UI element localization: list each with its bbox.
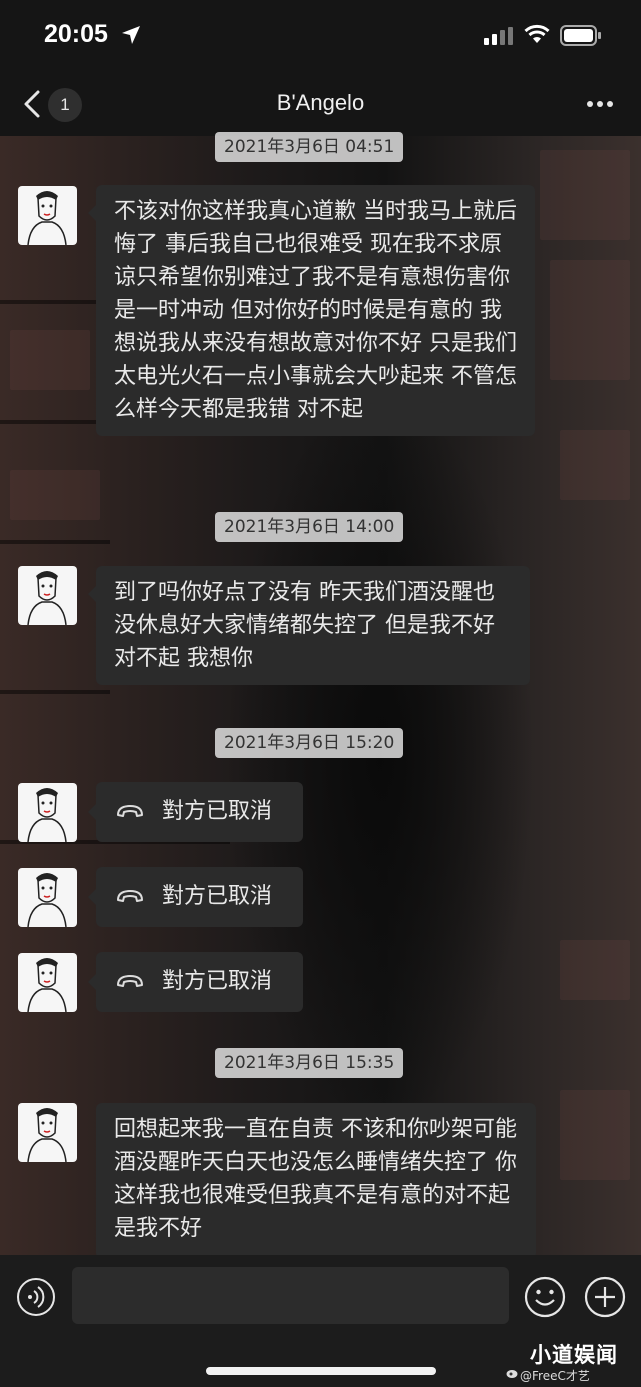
message-timestamp: 2021年3月6日 14:00: [215, 512, 404, 542]
sketch-portrait-avatar-icon: [27, 958, 67, 1012]
cancelled-call-bubble[interactable]: 對方已取消: [88, 952, 303, 1012]
contact-avatar[interactable]: [18, 868, 77, 927]
cancelled-call-bubble[interactable]: 對方已取消: [88, 867, 303, 927]
message-bubble[interactable]: 不该对你这样我真心道歉 当时我马上就后悔了 事后我自己也很难受 现在我不求原谅只…: [88, 185, 535, 436]
sketch-portrait-avatar-icon: [27, 191, 67, 245]
contact-avatar[interactable]: [18, 566, 77, 625]
call-status-text: 對方已取消: [162, 969, 273, 994]
chat-title: B'Angelo: [276, 90, 365, 115]
emoji-icon[interactable]: [524, 1276, 566, 1318]
sketch-portrait-avatar-icon: [27, 1108, 67, 1162]
phone-hangup-icon: [117, 975, 143, 987]
contact-avatar[interactable]: [18, 783, 77, 842]
message-bubble[interactable]: 回想起来我一直在自责 不该和你吵架可能酒没醒昨天白天也没怎么睡情绪失控了 你这样…: [96, 1103, 536, 1259]
message-timestamp: 2021年3月6日 15:35: [215, 1048, 404, 1078]
wifi-icon: [524, 24, 550, 43]
sketch-portrait-avatar-icon: [27, 873, 67, 927]
location-arrow-icon: [122, 26, 140, 44]
message-input[interactable]: [72, 1267, 509, 1324]
phone-hangup-icon: [117, 805, 143, 817]
call-status-text: 對方已取消: [162, 799, 273, 824]
chat-input-bar: 小道娱闻 @FreeC才艺: [0, 1255, 641, 1387]
status-bar: 20:05: [0, 0, 641, 72]
chat-header: 1 B'Angelo: [0, 72, 641, 136]
status-time: 20:05: [44, 20, 108, 48]
contact-avatar[interactable]: [18, 1103, 77, 1162]
plus-icon[interactable]: [584, 1276, 626, 1318]
sketch-portrait-avatar-icon: [27, 788, 67, 842]
watermark-text: 小道娱闻: [530, 1343, 618, 1367]
contact-avatar[interactable]: [18, 953, 77, 1012]
phone-hangup-icon: [117, 890, 143, 902]
weibo-logo-icon: [506, 1370, 518, 1378]
call-status-text: 對方已取消: [162, 884, 273, 909]
more-options-icon[interactable]: [586, 100, 614, 108]
cellular-signal-icon: [484, 27, 513, 45]
voice-input-icon[interactable]: [16, 1277, 56, 1317]
contact-avatar[interactable]: [18, 186, 77, 245]
message-bubble[interactable]: 到了吗你好点了没有 昨天我们酒没醒也没休息好大家情绪都失控了 但是我不好对不起 …: [88, 566, 530, 685]
message-timestamp: 2021年3月6日 04:51: [215, 132, 404, 162]
battery-icon: [560, 25, 601, 46]
sketch-portrait-avatar-icon: [27, 571, 67, 625]
home-indicator[interactable]: [206, 1367, 436, 1375]
cancelled-call-bubble[interactable]: 對方已取消: [88, 782, 303, 842]
message-timestamp: 2021年3月6日 15:20: [215, 728, 404, 758]
watermark-handle: @FreeC才艺: [520, 1369, 590, 1383]
